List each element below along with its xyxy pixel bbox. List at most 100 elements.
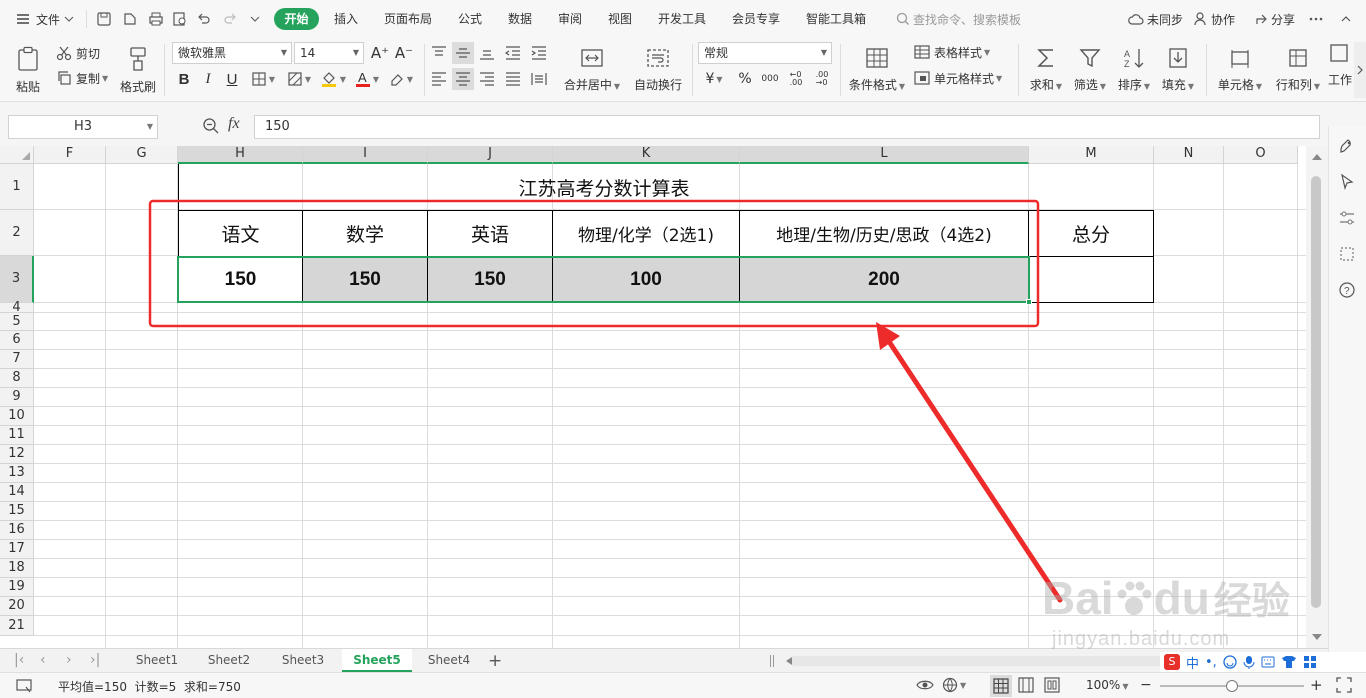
row-header-7[interactable]: 7 [0,350,34,369]
header-cell-electives[interactable]: 地理/生物/历史/思政（4选2) [739,210,1029,257]
cell-fill-style-button[interactable]: ▼ [284,68,314,90]
zoom-out-button[interactable]: − [1140,677,1152,693]
last-sheet-button[interactable]: ›| [90,652,100,668]
eye-protection-button[interactable] [916,677,934,693]
prev-sheet-button[interactable]: ‹ [40,652,46,668]
row-header-12[interactable]: 12 [0,445,34,464]
column-header-f[interactable]: F [34,146,106,164]
header-cell-math[interactable]: 数学 [302,210,428,257]
tab-formulas[interactable]: 公式 [452,8,488,30]
column-header-g[interactable]: G [106,146,178,164]
select-all-corner[interactable] [0,146,34,164]
skin-icon[interactable] [1281,655,1297,669]
tab-page-layout[interactable]: 页面布局 [378,8,438,30]
column-header-k[interactable]: K [553,146,740,164]
column-header-h[interactable]: H [178,146,303,164]
row-header-5[interactable]: 5 [0,313,34,331]
row-header-20[interactable]: 20 [0,597,34,616]
tab-smart-toolbox[interactable]: 智能工具箱 [800,8,872,30]
row-header-15[interactable]: 15 [0,502,34,521]
number-format-select[interactable]: 常规 ▼ [698,42,832,64]
decrease-indent-button[interactable] [502,42,524,64]
row-header-10[interactable]: 10 [0,407,34,426]
zoom-slider-thumb[interactable] [1226,680,1238,692]
row-header-4[interactable]: 4 [0,301,34,314]
sheet-tab-1[interactable]: Sheet1 [124,649,190,672]
align-top-button[interactable] [428,42,450,64]
increase-font-button[interactable]: A⁺ [370,42,390,64]
tab-view[interactable]: 视图 [602,8,638,30]
ribbon-scroll-right[interactable] [1354,42,1366,98]
header-cell-total[interactable]: 总分 [1028,210,1154,257]
row-header-8[interactable]: 8 [0,369,34,388]
macro-record-button[interactable] [16,678,34,697]
vertical-scroll-thumb[interactable] [1311,176,1321,608]
justify-button[interactable] [502,68,524,90]
collaborate-button[interactable]: 协作 [1188,8,1241,30]
microphone-icon[interactable] [1243,655,1255,669]
conditional-format-button[interactable]: 条件格式 ▼ [846,42,908,98]
row-header-18[interactable]: 18 [0,559,34,578]
sidebar-help-button[interactable]: ? [1335,278,1359,302]
zoom-select[interactable]: 100% ▼ [1086,678,1128,692]
font-name-select[interactable]: 微软雅黑 ▼ [172,42,292,64]
emoji-icon[interactable] [1223,655,1237,669]
tab-home[interactable]: 开始 [274,8,319,30]
more-options-button[interactable] [1306,8,1326,30]
fill-color-button[interactable]: ▼ [318,68,348,90]
quick-access-menu[interactable] [244,8,266,30]
align-bottom-button[interactable] [476,42,498,64]
sidebar-rocket-button[interactable] [1335,134,1359,158]
filter-button[interactable]: 筛选 ▼ [1070,42,1110,98]
tab-insert[interactable]: 插入 [328,8,364,30]
decrease-font-button[interactable]: A⁻ [394,42,414,64]
print-preview-button[interactable] [168,8,192,30]
row-header-13[interactable]: 13 [0,464,34,483]
sheet-tab-5[interactable]: Sheet5 [342,649,412,672]
tab-developer[interactable]: 开发工具 [652,8,712,30]
vertical-scrollbar[interactable] [1306,146,1328,648]
column-header-o[interactable]: O [1224,146,1298,164]
column-header-m[interactable]: M [1029,146,1154,164]
thousands-separator-button[interactable]: 000 [758,68,782,90]
italic-button[interactable]: I [198,68,218,90]
header-cell-physics-chemistry[interactable]: 物理/化学（2选1) [552,210,740,257]
value-cell-total[interactable] [1028,256,1154,303]
paste-button[interactable]: 粘贴 [10,40,46,100]
cut-button[interactable]: 剪切 [56,44,100,62]
zoom-formula-button[interactable] [202,117,220,138]
keyboard-icon[interactable] [1261,656,1275,668]
increase-decimal-button[interactable]: ←0.00 [784,68,808,90]
merge-center-button[interactable]: 合并居中 ▼ [560,42,624,98]
add-sheet-button[interactable]: + [488,651,502,671]
distributed-align-button[interactable] [528,68,550,90]
fill-button[interactable]: 填充 ▼ [1158,42,1198,98]
column-header-j[interactable]: J [428,146,553,164]
row-header-14[interactable]: 14 [0,483,34,502]
file-menu[interactable]: 文件 [10,8,80,30]
share-button[interactable]: 分享 [1248,8,1301,30]
column-header-i[interactable]: I [303,146,428,164]
copy-button[interactable]: 复制 ▼ [56,69,108,87]
collapse-ribbon-button[interactable] [1336,8,1356,30]
underline-button[interactable]: U [222,68,242,90]
tab-member[interactable]: 会员专享 [726,8,786,30]
sheet-tab-4[interactable]: Sheet4 [416,649,482,672]
worksheet-button[interactable]: 工作 [1328,42,1354,98]
row-header-16[interactable]: 16 [0,521,34,540]
row-header-17[interactable]: 17 [0,540,34,559]
undo-button[interactable] [192,8,216,30]
row-header-6[interactable]: 6 [0,331,34,350]
font-color-button[interactable]: A ▼ [352,68,382,90]
fullscreen-button[interactable] [1336,677,1352,696]
cell-style-button[interactable]: 单元格样式 ▼ [914,68,1002,88]
sheet-tab-3[interactable]: Sheet3 [270,649,336,672]
save-button[interactable] [92,8,116,30]
chinese-mode-icon[interactable]: 中 [1186,653,1199,672]
toolbox-icon[interactable] [1303,655,1317,669]
align-right-button[interactable] [476,68,498,90]
clear-format-button[interactable]: ▼ [386,68,416,90]
header-cell-english[interactable]: 英语 [427,210,553,257]
tab-data[interactable]: 数据 [502,8,538,30]
currency-button[interactable]: ¥ ▼ [700,68,728,90]
